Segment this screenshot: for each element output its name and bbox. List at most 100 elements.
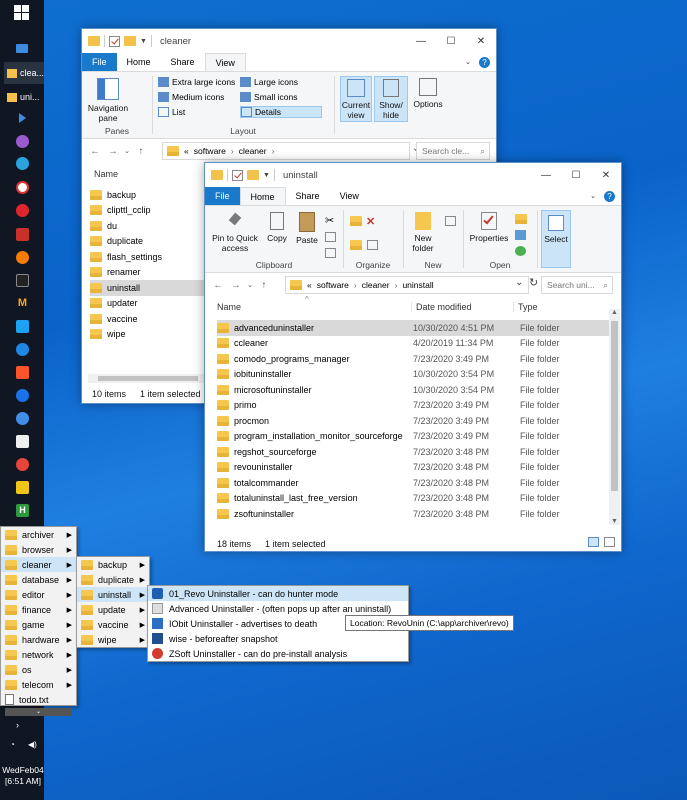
breadcrumb-software[interactable]: software	[317, 280, 349, 290]
list-item-selected[interactable]: uninstall	[90, 280, 205, 296]
menu-item-archiver[interactable]: archiver ▶	[1, 527, 76, 542]
table-row[interactable]: primo 7/23/2020 3:49 PM File folder	[217, 398, 609, 414]
recent-locations-icon[interactable]: ⌄	[245, 281, 255, 289]
select-button[interactable]: Select	[541, 210, 571, 268]
table-row[interactable]: iobituninstaller 10/30/2020 3:54 PM File f…	[217, 367, 609, 383]
move-to-icon[interactable]	[350, 216, 362, 226]
menu-item-zsoft-uninstaller[interactable]: ZSoft Uninstaller - can do pre-install a…	[148, 646, 408, 661]
table-row[interactable]: totaluninstall_last_free_version 7/23/202…	[217, 491, 609, 507]
table-row[interactable]: totalcommander 7/23/2020 3:48 PM File fold…	[217, 475, 609, 491]
tab-share[interactable]: Share	[286, 187, 330, 205]
search-input[interactable]: Search uni... ⌕	[541, 276, 613, 294]
show-hide-button[interactable]: Show/ hide	[374, 76, 408, 122]
media-player-icon[interactable]	[19, 113, 26, 123]
new-folder-icon[interactable]	[124, 36, 136, 46]
breadcrumb-software[interactable]: software	[194, 146, 226, 156]
menu-item-uninstall[interactable]: uninstall ▶	[77, 587, 149, 602]
scrollbar-thumb[interactable]	[98, 376, 198, 381]
refresh-icon[interactable]: ↻	[529, 276, 538, 289]
up-arrow-icon[interactable]: ↑	[132, 146, 150, 157]
menu-item-revo-uninstaller[interactable]: 01_Revo Uninstaller - can do hunter mode	[148, 586, 408, 601]
firefox-icon[interactable]	[16, 251, 29, 264]
details-view-icon[interactable]	[588, 537, 599, 547]
current-view-button[interactable]: Current view	[340, 76, 372, 122]
list-item[interactable]: backup	[90, 187, 205, 203]
menu-item-database[interactable]: database ▶	[1, 572, 76, 587]
pin-to-quick-access-button[interactable]: Pin to Quick access	[208, 212, 262, 253]
copy-path-icon[interactable]	[325, 232, 336, 242]
edit-icon[interactable]	[515, 230, 526, 240]
chevron-right-icon[interactable]: ›	[16, 720, 19, 730]
new-folder-icon[interactable]	[247, 170, 259, 180]
options-button[interactable]: Options	[410, 78, 446, 109]
close-button[interactable]: ✕	[591, 163, 621, 187]
menu-item-wise[interactable]: wise - beforeafter snapshot	[148, 631, 408, 646]
app-icon[interactable]	[16, 320, 29, 333]
taskbar-app-uninstall[interactable]: uni...	[4, 86, 44, 108]
menu-item-wipe[interactable]: wipe ▶	[77, 632, 149, 647]
menu-item-game[interactable]: game ▶	[1, 617, 76, 632]
clock[interactable]: WedFeb04 [6:51 AM]	[2, 765, 44, 787]
app-icon[interactable]	[16, 274, 29, 287]
scroll-down-icon[interactable]: ▼	[611, 518, 618, 525]
app-icon[interactable]	[16, 228, 29, 241]
copy-button[interactable]: Copy	[263, 212, 291, 243]
table-row-selected[interactable]: advanceduninstaller 10/30/2020 4:51 PM Fil…	[217, 320, 609, 336]
layout-large-icons[interactable]: Large icons	[240, 76, 322, 88]
layout-medium-icons[interactable]: Medium icons	[158, 91, 240, 103]
scrollbar-thumb[interactable]	[611, 321, 618, 491]
new-folder-button[interactable]: New folder	[405, 212, 441, 253]
tab-share[interactable]: Share	[161, 53, 205, 71]
recent-locations-icon[interactable]: ⌄	[122, 147, 132, 155]
list-item[interactable]: vaccine	[90, 311, 205, 327]
back-arrow-icon[interactable]: ←	[86, 146, 104, 157]
back-arrow-icon[interactable]: ←	[209, 280, 227, 291]
column-header-name[interactable]: Name	[217, 302, 241, 312]
cut-icon[interactable]: ✂	[325, 214, 334, 227]
rename-icon[interactable]	[367, 240, 378, 250]
table-row[interactable]: microsoftuninstaller 10/30/2020 3:54 PM Fi…	[217, 382, 609, 398]
tab-home[interactable]: Home	[239, 187, 286, 205]
telegram-icon[interactable]	[16, 157, 29, 170]
forward-arrow-icon[interactable]: →	[104, 146, 122, 157]
app-icon[interactable]	[16, 135, 29, 148]
customize-quick-access-icon[interactable]: ▼	[263, 172, 270, 179]
tab-view[interactable]: View	[204, 53, 246, 71]
tab-home[interactable]: Home	[117, 53, 161, 71]
expand-ribbon-icon[interactable]: ⌄	[590, 192, 596, 200]
properties-icon[interactable]	[109, 35, 120, 47]
forward-arrow-icon[interactable]: →	[227, 280, 245, 291]
layout-extra-large-icons[interactable]: Extra large icons	[158, 76, 240, 88]
menu-item-cleaner[interactable]: cleaner ▶	[1, 557, 76, 572]
app-icon[interactable]: M	[16, 297, 29, 310]
list-item[interactable]: renamer	[90, 265, 205, 281]
table-row[interactable]: ccleaner 4/20/2019 11:34 PM File folder	[217, 336, 609, 352]
volume-icon[interactable]: ◀)	[28, 740, 37, 749]
explorer-icon[interactable]	[16, 44, 28, 53]
menu-item-duplicate[interactable]: duplicate ▶	[77, 572, 149, 587]
list-item[interactable]: wipe	[90, 327, 205, 343]
menu-item-todo[interactable]: todo.txt	[1, 692, 76, 707]
customize-quick-access-icon[interactable]: ▼	[140, 38, 147, 45]
address-bar[interactable]: « software › cleaner ›	[162, 142, 410, 160]
menu-item-vaccine[interactable]: vaccine ▶	[77, 617, 149, 632]
table-row[interactable]: regshot_sourceforge 7/23/2020 3:48 PM File…	[217, 444, 609, 460]
wifi-icon[interactable]: ◔	[10, 740, 15, 749]
tab-file[interactable]: File	[205, 187, 240, 205]
horizontal-scrollbar[interactable]	[88, 374, 206, 383]
breadcrumb-cleaner[interactable]: cleaner	[362, 280, 390, 290]
new-item-icon[interactable]	[445, 216, 456, 226]
open-icon[interactable]	[515, 214, 527, 224]
paste-shortcut-icon[interactable]	[325, 248, 336, 258]
properties-button[interactable]: Properties	[467, 212, 511, 243]
maximize-button[interactable]: ☐	[561, 163, 591, 187]
column-header-name[interactable]: Name	[94, 169, 118, 179]
navigation-pane-button[interactable]: Navigation pane	[85, 78, 131, 123]
menu-item-browser[interactable]: browser ▶	[1, 542, 76, 557]
breadcrumb-cleaner[interactable]: cleaner	[239, 146, 267, 156]
menu-item-editor[interactable]: editor ▶	[1, 587, 76, 602]
app-icon[interactable]	[16, 481, 29, 494]
tab-view[interactable]: View	[330, 187, 369, 205]
list-item[interactable]: flash_settings	[90, 249, 205, 265]
windows-start-icon[interactable]	[14, 5, 29, 20]
